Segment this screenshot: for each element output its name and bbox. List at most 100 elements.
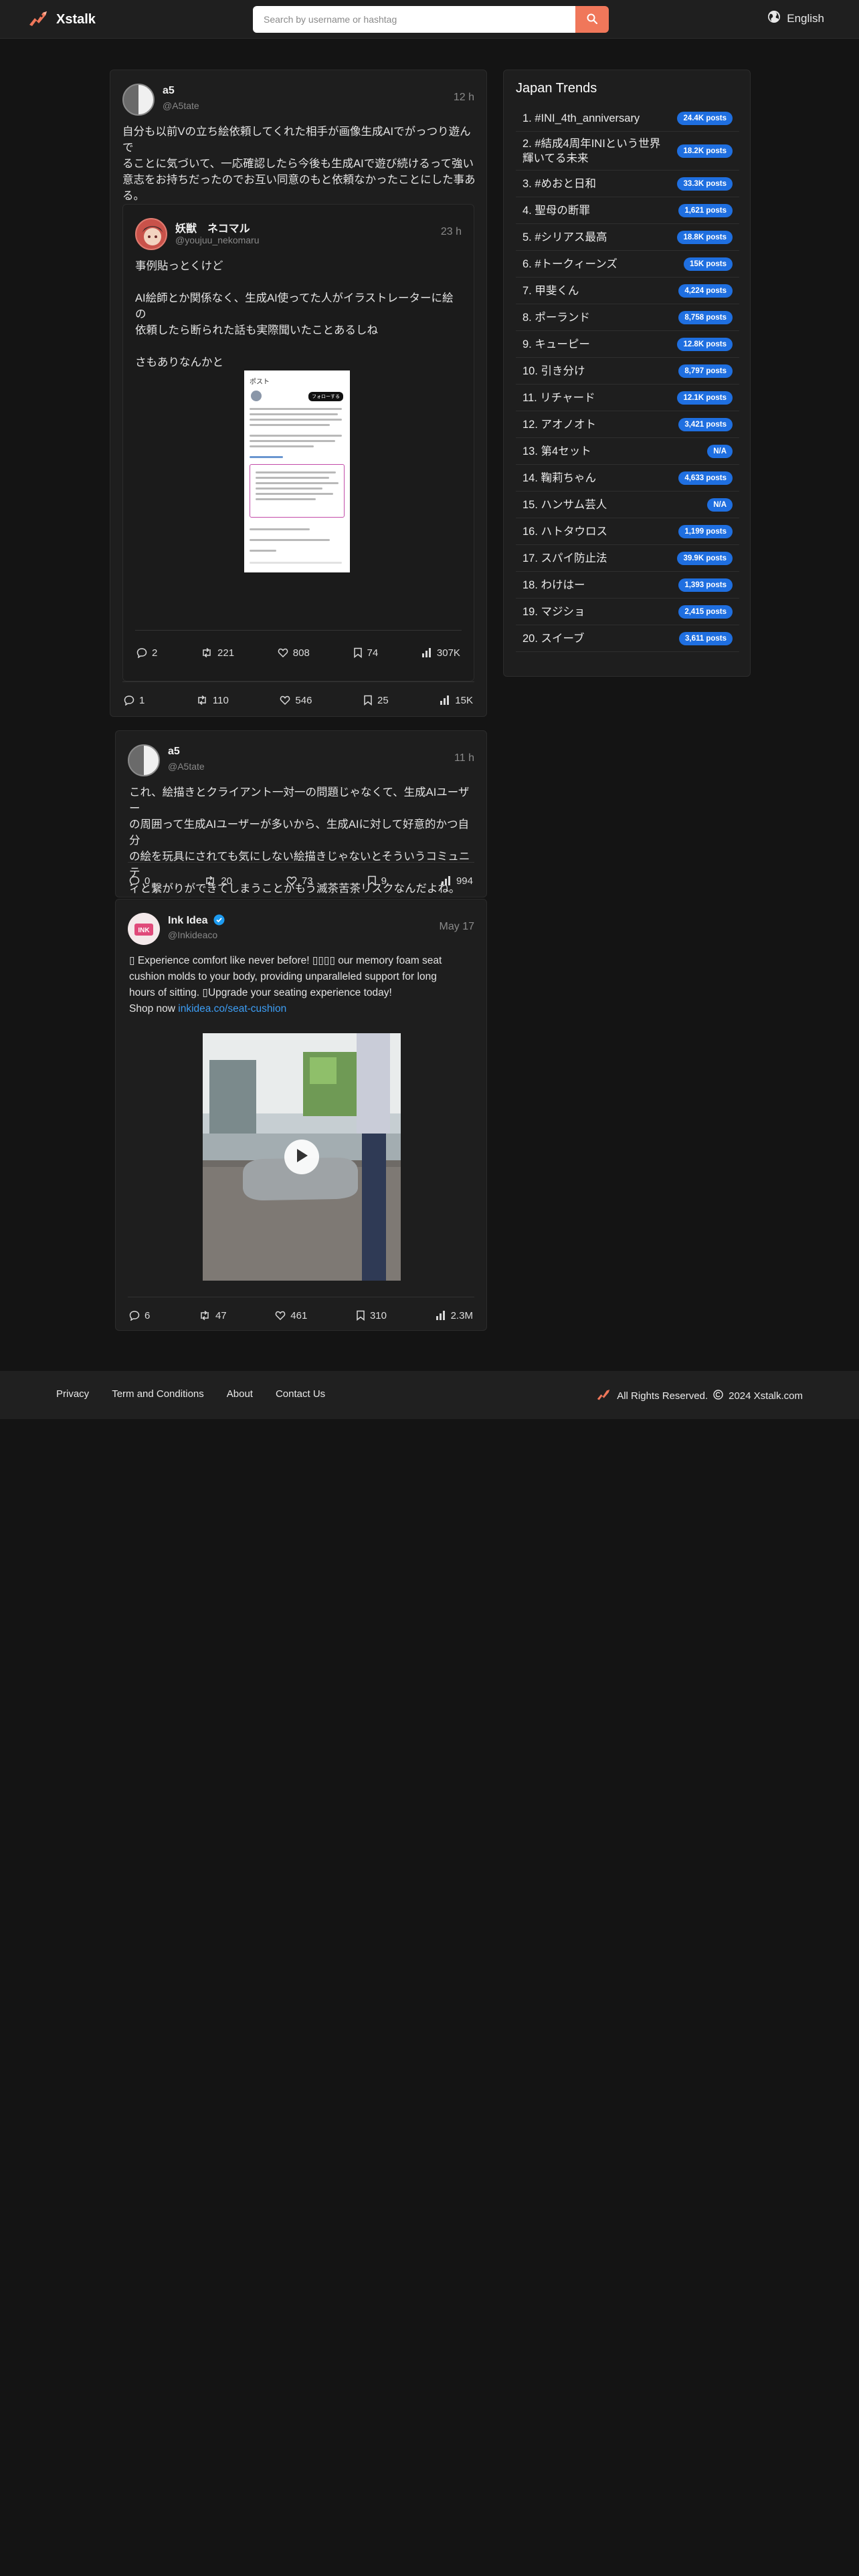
search-input[interactable] bbox=[253, 6, 575, 33]
trend-post-count-badge: N/A bbox=[707, 498, 733, 512]
trend-item[interactable]: 17. スパイ防止法 39.9K posts bbox=[516, 545, 739, 572]
footer-link-terms[interactable]: Term and Conditions bbox=[112, 1388, 204, 1400]
repost-button[interactable]: 221 bbox=[201, 647, 234, 659]
quoted-handle[interactable]: @youjuu_nekomaru bbox=[175, 235, 260, 245]
post-header: a5 @A5tate 12 h bbox=[122, 84, 474, 116]
avatar[interactable] bbox=[122, 84, 155, 116]
language-label: English bbox=[787, 11, 824, 25]
avatar[interactable]: INK bbox=[128, 913, 160, 945]
post-text: 自分も以前Vの立ち絵依頼してくれた相手が画像生成AIでがっつり遊んで ることに気… bbox=[122, 126, 476, 202]
trend-post-count-badge: 15K posts bbox=[684, 257, 733, 271]
avatar[interactable] bbox=[135, 218, 167, 250]
post-username[interactable]: a5 bbox=[163, 85, 175, 97]
bookmark-button[interactable]: 310 bbox=[356, 1310, 387, 1321]
like-button[interactable]: 808 bbox=[278, 647, 310, 659]
trend-item[interactable]: 19. マジショ 2,415 posts bbox=[516, 599, 739, 625]
heart-icon bbox=[280, 695, 290, 706]
post-video[interactable] bbox=[203, 1033, 401, 1281]
views-button[interactable]: 307K bbox=[421, 647, 460, 659]
trend-item[interactable]: 20. スイーブ 3,611 posts bbox=[516, 625, 739, 652]
trend-item[interactable]: 14. 鞠莉ちゃん 4,633 posts bbox=[516, 465, 739, 492]
quoted-divider bbox=[135, 630, 462, 631]
repost-icon bbox=[204, 875, 216, 886]
bookmark-count: 310 bbox=[369, 1309, 387, 1321]
reply-button[interactable]: 1 bbox=[124, 695, 145, 706]
trend-label: 13. 第4セット bbox=[522, 445, 591, 457]
trend-item[interactable]: 2. #結成4周年INIという世界輝いてる未来 18.2K posts bbox=[516, 132, 739, 171]
quoted-username[interactable]: 妖獣 ネコマル bbox=[175, 219, 250, 235]
post-handle[interactable]: @Inkideaco bbox=[168, 930, 217, 940]
quoted-attachment-image[interactable]: ポスト フォローする bbox=[244, 370, 350, 572]
bookmark-button[interactable]: 9 bbox=[367, 875, 387, 887]
repost-button[interactable]: 110 bbox=[196, 695, 229, 706]
trend-item[interactable]: 4. 聖母の断罪 1,621 posts bbox=[516, 197, 739, 224]
trend-label: 5. #シリアス最高 bbox=[522, 231, 607, 243]
reply-count: 6 bbox=[145, 1309, 151, 1321]
views-button[interactable]: 15K bbox=[440, 695, 473, 706]
like-button[interactable]: 73 bbox=[286, 875, 313, 887]
trend-item[interactable]: 15. ハンサム芸人 N/A bbox=[516, 492, 739, 518]
post-link[interactable]: inkidea.co/seat-cushion bbox=[178, 1003, 286, 1014]
search-icon bbox=[587, 13, 598, 26]
quoted-post-header: 妖獣 ネコマル @youjuu_nekomaru 23 h bbox=[135, 218, 462, 250]
trend-item[interactable]: 5. #シリアス最高 18.8K posts bbox=[516, 224, 739, 251]
footer-link-about[interactable]: About bbox=[227, 1388, 253, 1400]
trend-item[interactable]: 1. #INI_4th_anniversary 24.4K posts bbox=[516, 105, 739, 132]
top-navigation-bar: Xstalk English bbox=[0, 0, 859, 39]
bookmark-button[interactable]: 74 bbox=[353, 647, 378, 659]
reply-button[interactable]: 0 bbox=[129, 875, 150, 887]
quoted-post[interactable]: 妖獣 ネコマル @youjuu_nekomaru 23 h 事例貼っとくけど A… bbox=[122, 204, 474, 681]
footer-logo-icon bbox=[595, 1388, 611, 1404]
post-handle[interactable]: @A5tate bbox=[163, 100, 199, 111]
post-timestamp: May 17 bbox=[439, 921, 474, 932]
views-button[interactable]: 2.3M bbox=[436, 1310, 473, 1321]
like-count: 808 bbox=[292, 647, 310, 659]
post-header: a5 @A5tate 11 h bbox=[128, 744, 474, 776]
trend-label: 11. リチャード bbox=[522, 391, 595, 404]
quoted-post-stats: 2 221 808 74 307K bbox=[136, 645, 460, 661]
trend-item[interactable]: 16. ハトタウロス 1,199 posts bbox=[516, 518, 739, 545]
trend-item[interactable]: 12. アオノオト 3,421 posts bbox=[516, 411, 739, 438]
footer-link-contact[interactable]: Contact Us bbox=[276, 1388, 325, 1400]
trends-panel: Japan Trends 1. #INI_4th_anniversary 24.4… bbox=[503, 70, 751, 677]
trend-item[interactable]: 18. わけはー 1,393 posts bbox=[516, 572, 739, 599]
heart-icon bbox=[275, 1310, 286, 1321]
footer-link-privacy[interactable]: Privacy bbox=[56, 1388, 89, 1400]
avatar[interactable] bbox=[128, 744, 160, 776]
bookmark-icon bbox=[367, 875, 377, 886]
like-button[interactable]: 546 bbox=[280, 695, 312, 706]
trend-post-count-badge: N/A bbox=[707, 444, 733, 458]
trend-label: 2. #結成4周年INIという世界輝いてる未来 bbox=[522, 137, 661, 165]
trend-label: 12. アオノオト bbox=[522, 418, 597, 431]
views-button[interactable]: 994 bbox=[441, 875, 473, 887]
play-button[interactable] bbox=[284, 1140, 319, 1174]
trend-item[interactable]: 11. リチャード 12.1K posts bbox=[516, 385, 739, 411]
brand-home-link[interactable]: Xstalk bbox=[27, 9, 96, 30]
trend-item[interactable]: 9. キューピー 12.8K posts bbox=[516, 331, 739, 358]
trend-item[interactable]: 8. ポーランド 8,758 posts bbox=[516, 304, 739, 331]
trend-item[interactable]: 13. 第4セット N/A bbox=[516, 438, 739, 465]
trend-item[interactable]: 3. #めおと日和 33.3K posts bbox=[516, 171, 739, 197]
bookmark-count: 25 bbox=[377, 694, 389, 706]
bookmark-button[interactable]: 25 bbox=[363, 695, 389, 706]
reply-button[interactable]: 2 bbox=[136, 647, 157, 659]
post-username[interactable]: Ink Idea bbox=[168, 914, 225, 929]
reply-button[interactable]: 6 bbox=[129, 1310, 150, 1321]
svg-text:INK: INK bbox=[138, 927, 150, 934]
trend-item[interactable]: 6. #トークィーンズ 15K posts bbox=[516, 251, 739, 278]
post-card: a5 @A5tate 12 h 自分も以前Vの立ち絵依頼してくれた相手が画像生成… bbox=[110, 70, 487, 717]
language-selector[interactable]: English bbox=[767, 10, 824, 27]
like-button[interactable]: 461 bbox=[275, 1310, 307, 1321]
trend-label: 1. #INI_4th_anniversary bbox=[522, 112, 640, 124]
trend-item[interactable]: 7. 甲斐くん 4,224 posts bbox=[516, 278, 739, 304]
repost-button[interactable]: 20 bbox=[204, 875, 232, 887]
post-handle[interactable]: @A5tate bbox=[168, 761, 205, 772]
trend-post-count-badge: 8,797 posts bbox=[678, 364, 733, 378]
search-button[interactable] bbox=[575, 6, 609, 33]
trend-post-count-badge: 18.8K posts bbox=[677, 230, 733, 244]
repost-icon bbox=[199, 1310, 211, 1321]
repost-count: 20 bbox=[221, 875, 232, 887]
repost-button[interactable]: 47 bbox=[199, 1310, 227, 1321]
post-username[interactable]: a5 bbox=[168, 746, 180, 758]
trend-item[interactable]: 10. 引き分け 8,797 posts bbox=[516, 358, 739, 385]
